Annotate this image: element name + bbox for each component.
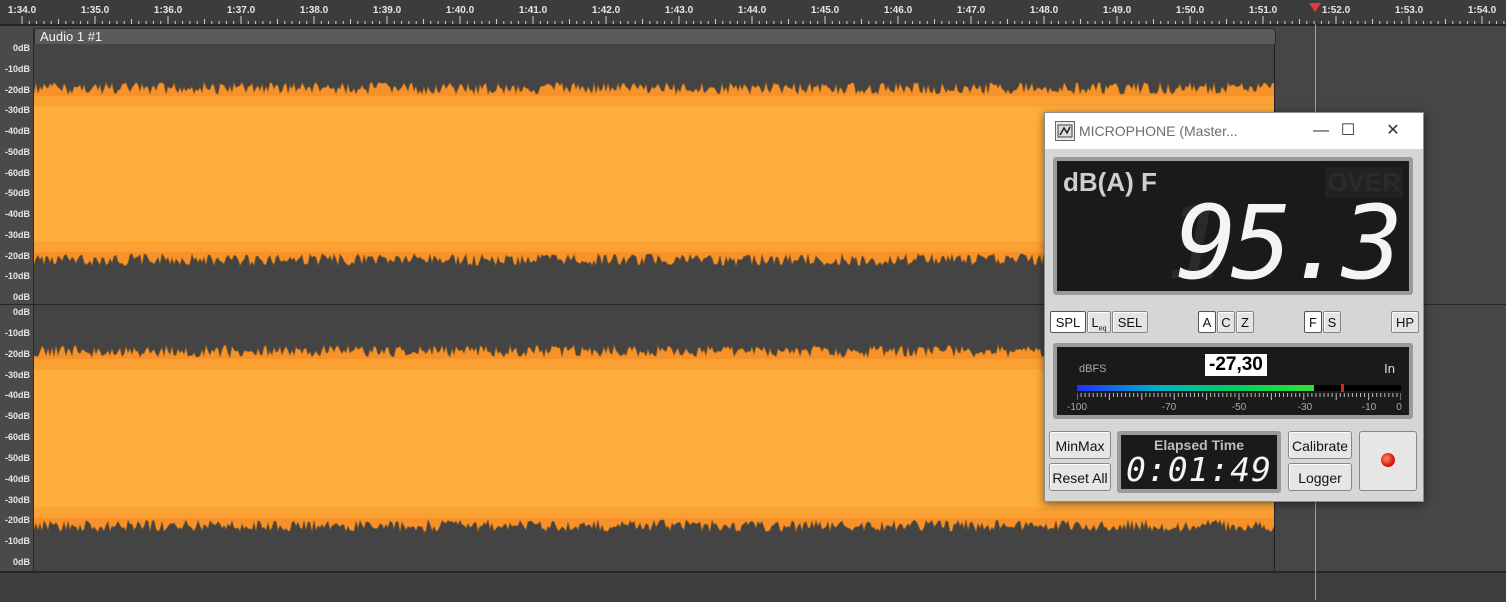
db-label: -10dB <box>4 63 30 74</box>
db-label: -30dB <box>4 494 30 505</box>
meter-scale-label: -30 <box>1297 402 1313 413</box>
ruler-label: 1:37.0 <box>226 5 256 16</box>
db-label: 0dB <box>12 557 30 567</box>
ruler-label: 1:52.0 <box>1321 5 1351 16</box>
ruler-label: 1:51.0 <box>1248 5 1278 16</box>
meter-scale-label: -70 <box>1161 402 1177 413</box>
db-label: -20dB <box>4 84 30 95</box>
maximize-icon: ☐ <box>1340 122 1356 139</box>
ruler-label: 1:45.0 <box>810 5 840 16</box>
meter-scale-label: 0 <box>1396 402 1402 413</box>
db-label: -40dB <box>4 473 30 484</box>
ruler-label: 1:38.0 <box>299 5 329 16</box>
ruler-label: 1:40.0 <box>445 5 475 16</box>
meter-bar-track <box>1077 384 1401 392</box>
db-label: -20dB <box>4 348 30 359</box>
ruler-label: 1:35.0 <box>80 5 110 16</box>
dbfs-meter: dBFS -27,30 In -100 -70 -50 -30 -10 0 <box>1053 343 1413 419</box>
window-titlebar[interactable]: MICROPHONE (Master... — ☐ ✕ <box>1045 113 1423 149</box>
bottom-bar <box>0 571 1506 602</box>
waveform-band <box>34 507 1274 518</box>
db-label: -30dB <box>4 369 30 380</box>
db-label: -50dB <box>4 188 30 199</box>
track-header[interactable]: Audio 1 #1 <box>34 28 1276 44</box>
ruler-label: 1:39.0 <box>372 5 402 16</box>
db-label: -30dB <box>4 229 30 240</box>
meter-scale-label: -50 <box>1231 402 1247 413</box>
leq-button[interactable]: Leq <box>1087 311 1111 333</box>
calibrate-button[interactable]: Calibrate <box>1288 431 1352 459</box>
meter-ticks <box>1077 393 1401 400</box>
a-weighting-button[interactable]: A <box>1198 311 1216 333</box>
track-title: Audio 1 #1 <box>40 29 103 44</box>
slow-button[interactable]: S <box>1323 311 1341 333</box>
ruler-label: 1:53.0 <box>1394 5 1424 16</box>
db-label: 0dB <box>12 43 30 53</box>
close-icon: ✕ <box>1386 122 1400 139</box>
db-label: -10dB <box>4 536 30 547</box>
db-label: -50dB <box>4 411 30 422</box>
minmax-button[interactable]: MinMax <box>1049 431 1111 459</box>
meter-scale-label: -10 <box>1361 402 1377 413</box>
record-button[interactable] <box>1359 431 1417 491</box>
ruler-label: 1:46.0 <box>883 5 913 16</box>
ruler-label: 1:49.0 <box>1102 5 1132 16</box>
db-label: 0dB <box>12 292 30 302</box>
app-icon <box>1055 121 1075 141</box>
hp-button[interactable]: HP <box>1391 311 1419 333</box>
spl-button[interactable]: SPL <box>1050 311 1086 333</box>
db-label: -40dB <box>4 126 30 136</box>
db-scale: 0dB -10dB -20dB -30dB -40dB -50dB -60dB -50dB -4… <box>0 28 34 572</box>
ruler-label: 1:41.0 <box>518 5 548 16</box>
ruler-label: 1:47.0 <box>956 5 986 16</box>
meter-input-label: In <box>1384 361 1395 376</box>
db-label: -20dB <box>4 250 30 261</box>
sel-button[interactable]: SEL <box>1112 311 1148 333</box>
weighting-mode-label: dB(A) F <box>1063 167 1157 197</box>
db-label: -60dB <box>4 432 30 442</box>
meter-value: -27,30 <box>1205 354 1267 376</box>
ruler-label: 1:43.0 <box>664 5 694 16</box>
spl-meter-window[interactable]: MICROPHONE (Master... — ☐ ✕ dB(A) F OVER… <box>1044 112 1424 502</box>
fast-button[interactable]: F <box>1304 311 1322 333</box>
db-label: -50dB <box>4 452 30 463</box>
window-title: MICROPHONE (Master... <box>1079 123 1238 139</box>
db-label: -50dB <box>4 146 30 157</box>
ruler-label: 1:44.0 <box>737 5 767 16</box>
meter-peak-marker <box>1341 384 1345 392</box>
waveform-band <box>34 96 1274 107</box>
z-weighting-button[interactable]: Z <box>1236 311 1254 333</box>
db-label: -10dB <box>4 327 30 338</box>
record-icon <box>1381 453 1395 467</box>
db-label: -40dB <box>4 209 30 219</box>
meter-unit: dBFS <box>1079 363 1107 375</box>
reset-all-button[interactable]: Reset All <box>1049 463 1111 491</box>
elapsed-time-display: Elapsed Time 0:01:49 <box>1117 431 1281 493</box>
meter-scale-label: -100 <box>1066 402 1088 413</box>
close-button[interactable]: ✕ <box>1373 119 1413 143</box>
ruler-label: 1:42.0 <box>591 5 621 16</box>
db-label: 0dB <box>12 307 30 317</box>
ruler-label: 1:48.0 <box>1029 5 1059 16</box>
db-label: -60dB <box>4 167 30 178</box>
ruler-label: 1:50.0 <box>1175 5 1205 16</box>
time-ruler[interactable]: 1:34.0 1:35.0 1:36.0 1:37.0 1:38.0 1:39.0 1:40… <box>0 0 1506 26</box>
main-display: dB(A) F OVER 1 95.3 <box>1053 157 1413 299</box>
db-label: -30dB <box>4 105 30 116</box>
spl-value: 95.3 <box>1175 184 1403 303</box>
logger-button[interactable]: Logger <box>1288 463 1352 491</box>
c-weighting-button[interactable]: C <box>1217 311 1235 333</box>
db-label: -20dB <box>4 515 30 526</box>
meter-level-bar <box>1077 385 1314 391</box>
window-body: dB(A) F OVER 1 95.3 SPL Leq SEL A C Z F <box>1045 149 1423 501</box>
ruler-label: 1:54.0 <box>1467 5 1497 16</box>
elapsed-time-value: 0:01:49 <box>1125 450 1273 489</box>
playhead-marker[interactable] <box>1309 3 1321 12</box>
db-label: -40dB <box>4 390 30 401</box>
ruler-label: 1:34.0 <box>7 5 37 16</box>
db-label: -10dB <box>4 271 30 282</box>
ruler-label: 1:36.0 <box>153 5 183 16</box>
